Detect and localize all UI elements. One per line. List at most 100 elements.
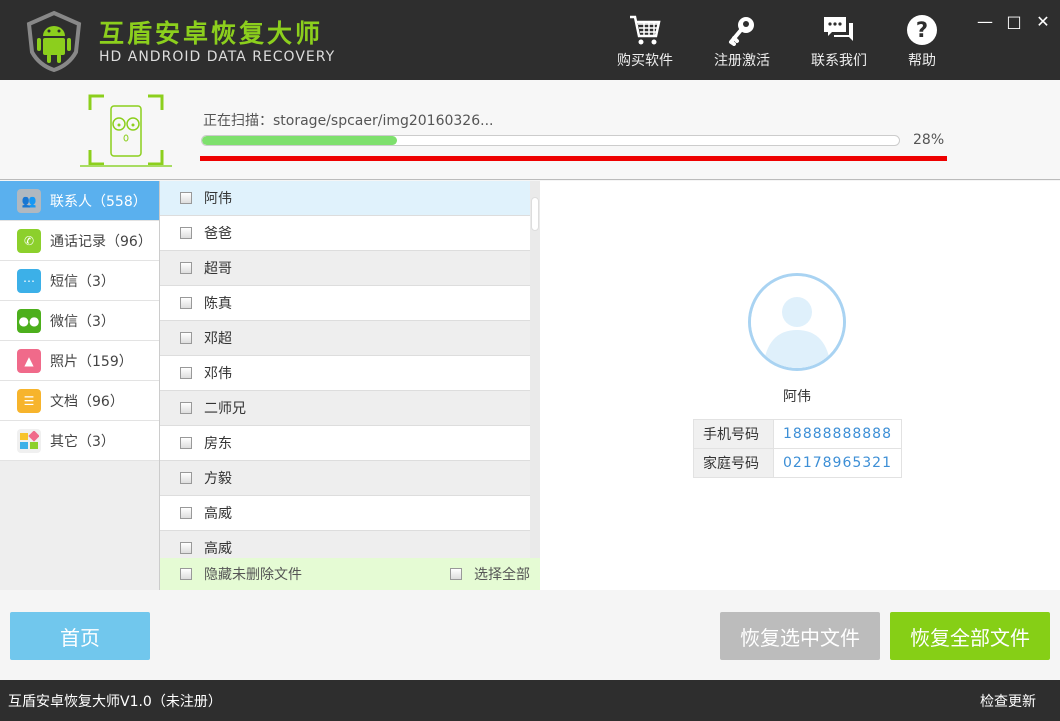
item-checkbox[interactable] <box>180 402 192 414</box>
select-all-label: 选择全部 <box>474 567 530 583</box>
sidebar-item-label: 微信（3） <box>50 313 115 330</box>
wechat-icon: ●● <box>17 308 41 333</box>
sidebar-item-call-log[interactable]: ✆ 通话记录（96） <box>0 221 159 261</box>
field-label: 家庭号码 <box>693 448 774 478</box>
sidebar-item-label: 照片（159） <box>50 353 133 370</box>
hide-undeleted-label: 隐藏未删除文件 <box>204 567 302 583</box>
item-name: 邓伟 <box>204 366 232 382</box>
person-icon <box>751 276 843 368</box>
list-item[interactable]: 邓伟 <box>160 356 530 391</box>
status-bar: 互盾安卓恢复大师V1.0（未注册） 检查更新 <box>0 680 1060 721</box>
item-checkbox[interactable] <box>180 332 192 344</box>
recover-all-button[interactable]: 恢复全部文件 <box>890 612 1050 660</box>
key-icon <box>729 17 754 46</box>
document-icon: ☰ <box>17 388 41 413</box>
contact-info-table: 手机号码 18888888888 家庭号码 02178965321 <box>693 419 902 478</box>
apps-icon <box>17 428 41 453</box>
version-text: 互盾安卓恢复大师V1.0（未注册） <box>8 694 222 710</box>
item-checkbox[interactable] <box>180 367 192 379</box>
item-checkbox[interactable] <box>180 507 192 519</box>
item-checkbox[interactable] <box>180 437 192 449</box>
sidebar-item-label: 其它（3） <box>50 433 115 450</box>
title-bar: 互盾安卓恢复大师 HD ANDROID DATA RECOVERY 购买软件 注… <box>0 0 1060 80</box>
register-activate-label: 注册激活 <box>714 53 770 69</box>
item-name: 高威 <box>204 541 232 557</box>
field-value: 18888888888 <box>773 419 902 449</box>
scan-divider-line <box>200 156 947 161</box>
sidebar-item-documents[interactable]: ☰ 文档（96） <box>0 381 159 421</box>
recover-selected-button[interactable]: 恢复选中文件 <box>720 612 880 660</box>
info-row-mobile: 手机号码 18888888888 <box>693 419 902 449</box>
item-checkbox[interactable] <box>180 192 192 204</box>
home-button[interactable]: 首页 <box>10 612 150 660</box>
item-name: 二师兄 <box>204 401 246 417</box>
list-item[interactable]: 爸爸 <box>160 216 530 251</box>
list-item[interactable]: 陈真 <box>160 286 530 321</box>
item-name: 方毅 <box>204 471 232 487</box>
item-name: 陈真 <box>204 296 232 312</box>
scan-progress-bar <box>201 135 900 146</box>
scan-status-text: 正在扫描：storage/spcaer/img20160326... <box>203 113 494 129</box>
category-sidebar: 👥 联系人（558） ✆ 通话记录（96） ⋯ 短信（3） ●● 微信（3） ▲ 照片（1… <box>0 181 160 590</box>
phone-icon: ✆ <box>17 228 41 253</box>
item-name: 超哥 <box>204 261 232 277</box>
item-checkbox[interactable] <box>180 262 192 274</box>
list-scrollbar-thumb[interactable] <box>531 197 539 231</box>
avatar <box>748 273 846 371</box>
app-subtitle: HD ANDROID DATA RECOVERY <box>99 49 336 65</box>
sidebar-item-contacts[interactable]: 👥 联系人（558） <box>0 181 159 221</box>
hide-undeleted-checkbox[interactable] <box>180 568 192 580</box>
item-name: 高威 <box>204 506 232 522</box>
field-label: 手机号码 <box>693 419 774 449</box>
buy-software-button[interactable]: 购买软件 <box>605 14 685 70</box>
list-item[interactable]: 二师兄 <box>160 391 530 426</box>
help-button[interactable]: ? 帮助 <box>882 14 962 70</box>
maximize-button[interactable]: □ <box>1004 12 1024 31</box>
check-update-link[interactable]: 检查更新 <box>980 691 1036 711</box>
item-name: 房东 <box>204 436 232 452</box>
photo-icon: ▲ <box>17 348 41 373</box>
item-checkbox[interactable] <box>180 542 192 554</box>
shield-android-logo <box>26 10 82 72</box>
sidebar-item-photos[interactable]: ▲ 照片（159） <box>0 341 159 381</box>
app-title: 互盾安卓恢复大师 <box>99 19 324 48</box>
phone-scan-icon <box>80 94 172 167</box>
sidebar-item-label: 通话记录（96） <box>50 233 152 250</box>
list-item[interactable]: 方毅 <box>160 461 530 496</box>
scan-progress-fill <box>202 136 398 145</box>
cart-icon <box>630 15 661 45</box>
select-all-checkbox[interactable] <box>450 568 462 580</box>
info-row-home: 家庭号码 02178965321 <box>693 448 902 478</box>
field-value: 02178965321 <box>773 448 902 478</box>
item-name: 阿伟 <box>204 191 232 207</box>
item-checkbox[interactable] <box>180 227 192 239</box>
list-item[interactable]: 邓超 <box>160 321 530 356</box>
contact-list: 阿伟 爸爸 超哥 陈真 邓超 邓伟 二师兄 房东 方毅 高威 高威 <box>160 181 540 558</box>
sidebar-item-label: 联系人（558） <box>50 193 147 210</box>
sidebar-item-sms[interactable]: ⋯ 短信（3） <box>0 261 159 301</box>
item-checkbox[interactable] <box>180 297 192 309</box>
sidebar-item-label: 短信（3） <box>50 273 115 290</box>
sidebar-item-other[interactable]: 其它（3） <box>0 421 159 461</box>
list-scrollbar[interactable] <box>530 181 540 558</box>
contact-us-button[interactable]: 联系我们 <box>799 14 879 70</box>
help-label: 帮助 <box>908 53 936 69</box>
sidebar-item-wechat[interactable]: ●● 微信（3） <box>0 301 159 341</box>
list-item[interactable]: 高威 <box>160 496 530 531</box>
register-activate-button[interactable]: 注册激活 <box>702 14 782 70</box>
list-item[interactable]: 阿伟 <box>160 181 530 216</box>
item-name: 爸爸 <box>204 226 232 242</box>
svg-text:?: ? <box>916 18 928 42</box>
minimize-button[interactable]: — <box>975 12 995 31</box>
scan-progress-percent: 28% <box>913 132 945 148</box>
chat-icon <box>824 17 853 41</box>
list-item[interactable]: 房东 <box>160 426 530 461</box>
sidebar-item-label: 文档（96） <box>50 393 124 410</box>
list-item[interactable]: 高威 <box>160 531 530 558</box>
list-item[interactable]: 超哥 <box>160 251 530 286</box>
close-button[interactable]: ✕ <box>1033 12 1053 31</box>
item-checkbox[interactable] <box>180 472 192 484</box>
list-footer: 隐藏未删除文件 选择全部 <box>160 558 540 590</box>
contact-us-label: 联系我们 <box>811 53 867 69</box>
contact-name: 阿伟 <box>783 389 811 405</box>
